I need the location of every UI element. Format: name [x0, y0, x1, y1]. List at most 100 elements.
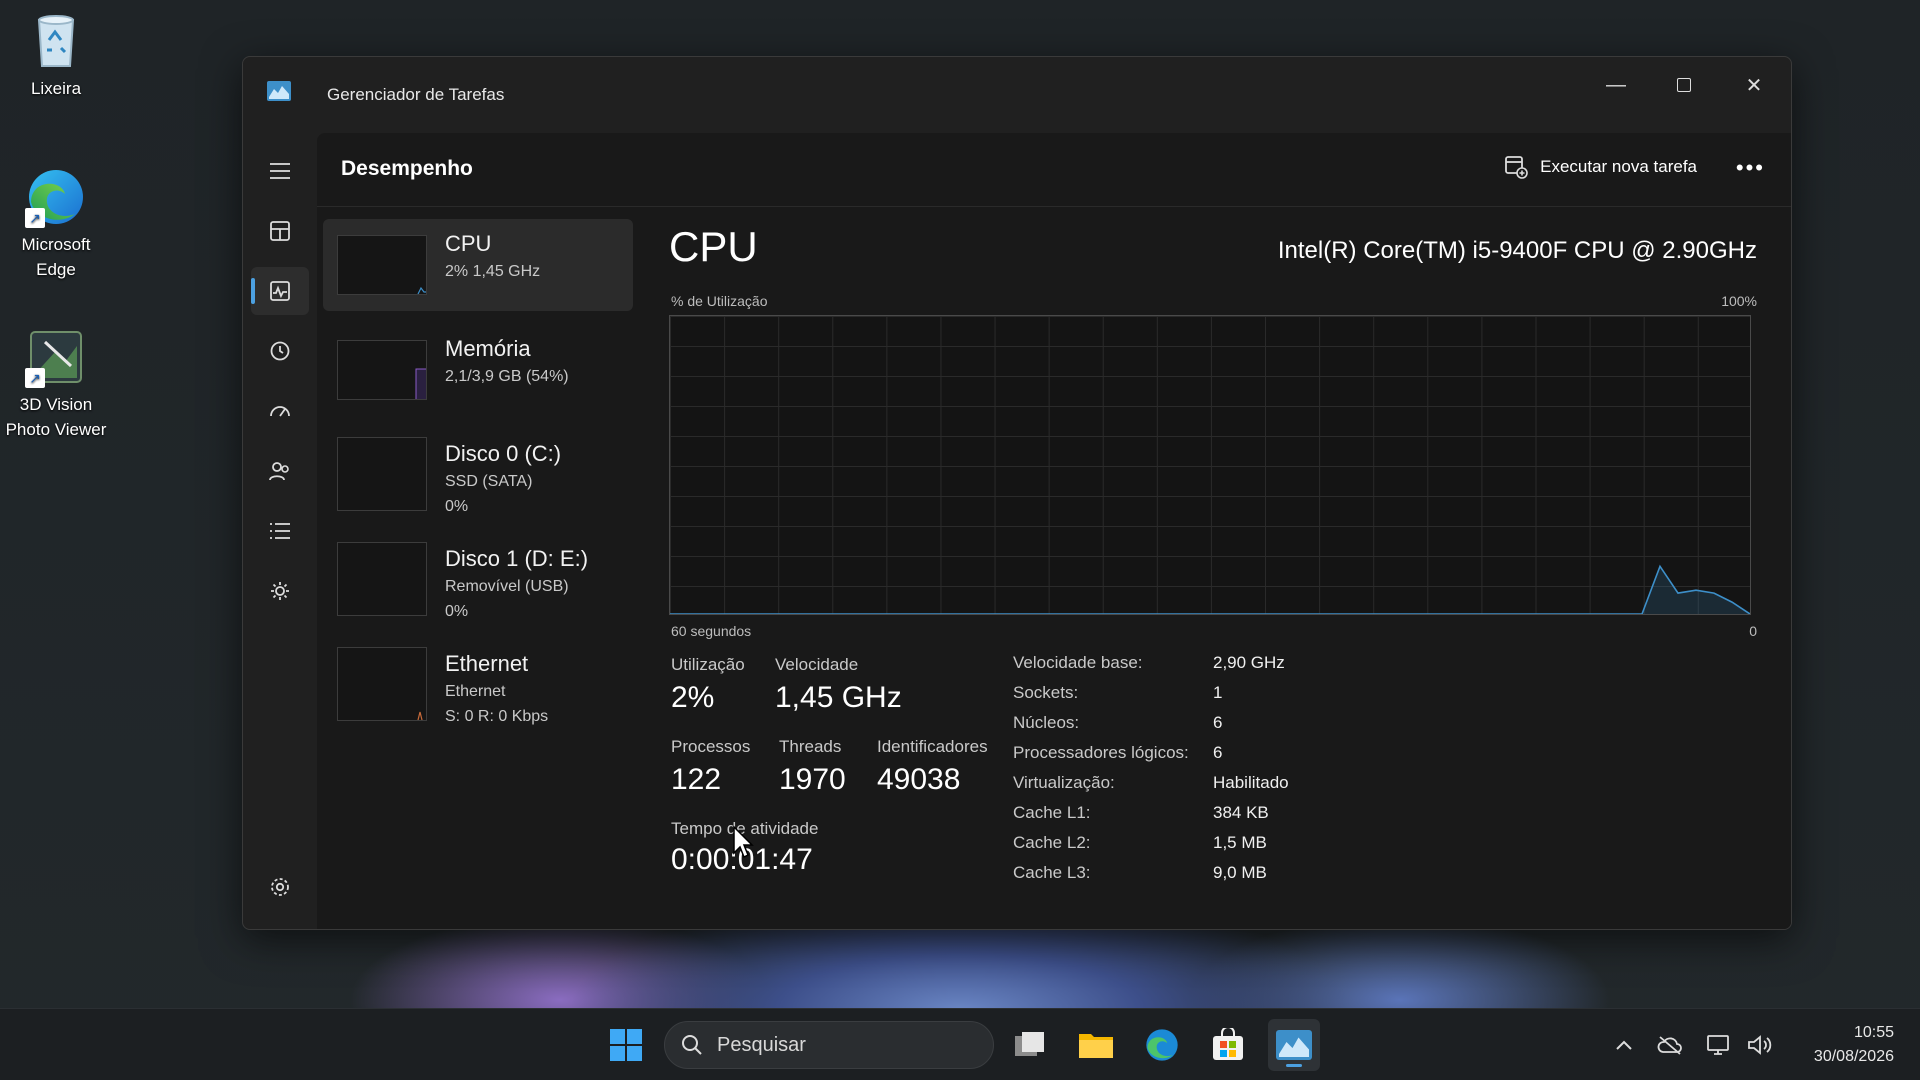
cloud-off-icon [1657, 1036, 1682, 1055]
show-hidden-icons-button[interactable] [1610, 1031, 1638, 1059]
device-item-disk-0[interactable]: Disco 0 (C:) SSD (SATA) 0% [323, 429, 633, 521]
close-icon: ✕ [1745, 74, 1763, 97]
task-view-button[interactable] [1004, 1019, 1056, 1071]
spec-row: Cache L1: 384 KB [1013, 803, 1289, 833]
desktop-icon-label: 3D Vision Photo Viewer [5, 395, 107, 439]
nav-performance[interactable] [251, 267, 309, 315]
hamburger-icon [270, 163, 290, 179]
graph-label-max: 100% [1721, 293, 1757, 309]
startup-gauge-icon [270, 406, 290, 417]
spec-row: Virtualização: Habilitado [1013, 773, 1289, 803]
threads-value: 1970 [779, 763, 846, 796]
store-button[interactable] [1202, 1019, 1254, 1071]
device-name: Disco 0 (C:) [445, 441, 562, 466]
spec-value: 1 [1213, 683, 1223, 702]
run-new-task-button[interactable]: Executar nova tarefa [1504, 155, 1697, 179]
device-item-ethernet[interactable]: Ethernet Ethernet S: 0 R: 0 Kbps [323, 639, 633, 731]
search-placeholder: Pesquisar [717, 1033, 806, 1056]
device-item-disk-1[interactable]: Disco 1 (D: E:) Removível (USB) 0% [323, 534, 633, 626]
spec-key: Velocidade base: [1013, 653, 1143, 672]
desktop-icon-edge[interactable]: ↗ Microsoft Edge [0, 166, 112, 282]
users-icon [269, 462, 289, 481]
speed-label: Velocidade [775, 655, 859, 674]
history-icon [270, 341, 290, 361]
volume-tray-button[interactable] [1746, 1031, 1774, 1059]
folder-icon [1079, 1034, 1113, 1058]
device-name: Disco 1 (D: E:) [445, 546, 589, 571]
cpu-utilization-area [670, 566, 1750, 614]
spec-value: 1,5 MB [1213, 833, 1267, 852]
nav-users[interactable] [251, 447, 309, 495]
handles-label: Identificadores [877, 737, 988, 756]
network-tray-button[interactable] [1704, 1031, 1732, 1059]
start-button[interactable] [600, 1019, 652, 1071]
spec-key: Sockets: [1013, 683, 1079, 702]
active-nav-indicator [251, 278, 255, 304]
cpu-title: CPU [669, 223, 758, 270]
close-button[interactable]: ✕ [1723, 63, 1785, 107]
active-app-indicator [1286, 1064, 1302, 1067]
page-title: Desempenho [341, 157, 473, 180]
more-options-icon: ••• [1735, 155, 1765, 180]
nav-startup-apps[interactable] [251, 387, 309, 435]
performance-icon [270, 281, 290, 301]
memory-thumbnail-graph [337, 340, 427, 400]
title-bar[interactable]: Gerenciador de Tarefas — ✕ [243, 57, 1791, 133]
edge-taskbar-button[interactable] [1136, 1019, 1188, 1071]
nav-processes[interactable] [251, 207, 309, 255]
spec-key: Cache L3: [1013, 863, 1091, 882]
cpu-utilization-line [670, 564, 1751, 615]
hamburger-menu-button[interactable] [251, 147, 309, 195]
shortcut-arrow-icon: ↗ [25, 368, 45, 388]
device-name: Memória [445, 336, 531, 361]
nav-services[interactable] [251, 567, 309, 615]
spec-key: Cache L1: [1013, 803, 1091, 822]
device-name: CPU [445, 231, 492, 256]
spec-row: Velocidade base: 2,90 GHz [1013, 653, 1289, 683]
device-detail: Removível (USB) [445, 578, 569, 595]
window-title: Gerenciador de Tarefas [327, 85, 505, 104]
more-options-button[interactable]: ••• [1736, 155, 1765, 181]
windows-logo-icon [610, 1029, 642, 1061]
mouse-cursor-icon [733, 825, 755, 860]
speed-value: 1,45 GHz [775, 681, 902, 714]
ethernet-thumbnail-graph [337, 647, 427, 721]
spec-key: Núcleos: [1013, 713, 1080, 732]
spec-key: Processadores lógicos: [1013, 743, 1189, 762]
desktop-icon-3d-vision[interactable]: ↗ 3D Vision Photo Viewer [0, 326, 112, 442]
nav-app-history[interactable] [251, 327, 309, 375]
taskbar-search-box[interactable]: Pesquisar [664, 1021, 994, 1069]
gear-icon [271, 878, 289, 896]
device-item-cpu[interactable]: CPU 2% 1,45 GHz [323, 219, 633, 311]
spec-key: Cache L2: [1013, 833, 1091, 852]
handles-value: 49038 [877, 763, 961, 796]
recycle-bin-icon [25, 10, 87, 72]
edge-icon: ↗ [25, 166, 87, 228]
spec-row: Cache L2: 1,5 MB [1013, 833, 1289, 863]
task-view-icon [1015, 1032, 1044, 1056]
navigation-rail [243, 133, 317, 929]
device-usage: 0% [445, 498, 469, 515]
device-item-memory[interactable]: Memória 2,1/3,9 GB (54%) [323, 324, 633, 416]
minimize-button[interactable]: — [1585, 63, 1647, 107]
cpu-model: Intel(R) Core(TM) i5-9400F CPU @ 2.90GHz [1277, 237, 1757, 264]
taskbar-clock[interactable]: 10:55 30/08/2026 [1814, 1021, 1894, 1069]
settings-button[interactable] [251, 865, 309, 909]
spec-value: Habilitado [1213, 773, 1289, 792]
device-list: CPU 2% 1,45 GHz Memória 2,1/3,9 GB (54%)… [323, 219, 633, 744]
shortcut-arrow-icon: ↗ [25, 208, 45, 228]
task-manager-taskbar-button[interactable] [1268, 1019, 1320, 1071]
desktop-icon-recycle-bin[interactable]: Lixeira [0, 10, 112, 101]
maximize-button[interactable] [1653, 63, 1715, 107]
desktop-icon-label: Microsoft Edge [21, 235, 91, 279]
onedrive-tray-button[interactable] [1656, 1031, 1684, 1059]
run-task-icon [1505, 156, 1528, 179]
edge-icon [1146, 1029, 1178, 1061]
desktop-icon-label: Lixeira [30, 79, 82, 98]
spec-value: 9,0 MB [1213, 863, 1267, 882]
nav-details[interactable] [251, 507, 309, 555]
file-explorer-button[interactable] [1070, 1019, 1122, 1071]
device-detail: 2% 1,45 GHz [445, 263, 541, 280]
task-manager-window: Gerenciador de Tarefas — ✕ Desempenho Ex… [242, 56, 1792, 930]
search-icon [682, 1035, 702, 1055]
